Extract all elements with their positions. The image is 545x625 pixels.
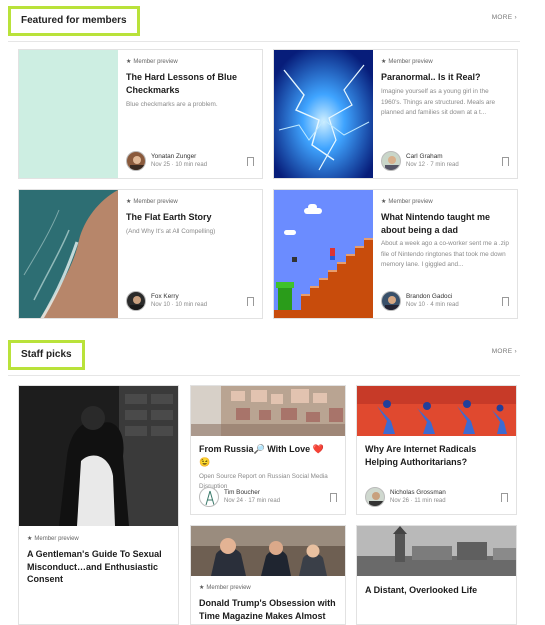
chevron-right-icon: ›: [514, 348, 517, 355]
staff-card-image: [191, 526, 345, 576]
post-meta: Nov 25 · 10 min read: [151, 162, 208, 168]
staff-section-title: Staff picks: [8, 340, 85, 370]
staff-card-1[interactable]: From Russia🔎 With Love ❤️ 😉 Open Source …: [190, 385, 346, 515]
bookmark-icon[interactable]: [330, 493, 337, 505]
author-info: Brandon Gadoci Nov 10 · 4 min read: [381, 291, 517, 311]
featured-divider: [8, 41, 520, 42]
member-preview-label: ★ Member preview: [199, 585, 251, 591]
featured-card-thumbnail: [274, 50, 373, 178]
card-title[interactable]: Why Are Internet Radicals Helping Author…: [365, 443, 508, 468]
featured-card-4[interactable]: ★ Member preview What Nintendo taught me …: [273, 189, 518, 319]
avatar[interactable]: [381, 291, 401, 311]
avatar[interactable]: [126, 291, 146, 311]
staff-feature-card[interactable]: ★ Member preview A Gentleman's Guide To S…: [18, 385, 179, 625]
featured-card-2[interactable]: ★ Member preview Paranormal.. Is it Real?…: [273, 49, 518, 179]
author-info: Yonatan Zunger Nov 25 · 10 min read: [126, 151, 262, 171]
card-title[interactable]: From Russia🔎 With Love ❤️ 😉: [199, 443, 337, 468]
featured-card-1[interactable]: ★ Member preview The Hard Lessons of Blue…: [18, 49, 263, 179]
author-name[interactable]: Tim Boucher: [224, 489, 260, 496]
star-icon: ★: [381, 199, 387, 205]
member-preview-label: ★ Member preview: [126, 59, 178, 65]
featured-card-thumbnail: [274, 190, 373, 318]
member-preview-label: ★ Member preview: [381, 199, 433, 205]
featured-section-header: Featured for members MORE ›: [8, 6, 520, 42]
card-subtitle: Imagine yourself as a young girl in the …: [381, 88, 496, 116]
author-info: Fox Kerry Nov 10 · 10 min read: [126, 291, 262, 311]
featured-card-3[interactable]: ★ Member preview The Flat Earth Story (An…: [18, 189, 263, 319]
star-icon: ★: [126, 59, 132, 65]
author-info: Nicholas Grossman Nov 26 · 11 min read: [365, 487, 515, 507]
card-title[interactable]: The Flat Earth Story: [126, 211, 254, 224]
bookmark-icon[interactable]: [501, 493, 508, 505]
avatar[interactable]: [381, 151, 401, 171]
author-info: Carl Graham Nov 12 · 7 min read: [381, 151, 517, 171]
avatar[interactable]: [365, 487, 385, 507]
bookmark-icon[interactable]: [502, 157, 509, 169]
card-subtitle: Blue checkmarks are a problem.: [126, 101, 218, 108]
author-info: Tim Boucher Nov 24 · 17 min read: [199, 487, 345, 507]
author-name[interactable]: Carl Graham: [406, 153, 443, 160]
staff-feature-image: [19, 386, 178, 526]
featured-card-thumbnail: [19, 50, 118, 178]
post-meta: Nov 10 · 4 min read: [406, 302, 459, 308]
star-icon: ★: [27, 536, 33, 542]
bookmark-icon[interactable]: [247, 157, 254, 169]
post-meta: Nov 10 · 10 min read: [151, 302, 208, 308]
card-title[interactable]: Paranormal.. Is it Real?: [381, 71, 509, 84]
card-title[interactable]: What Nintendo taught me about being a da…: [381, 211, 509, 236]
bookmark-icon[interactable]: [502, 297, 509, 309]
featured-section-title: Featured for members: [8, 6, 140, 36]
staff-card-image: [357, 526, 516, 576]
star-icon: ★: [199, 585, 205, 591]
author-name[interactable]: Fox Kerry: [151, 293, 179, 300]
card-title[interactable]: The Hard Lessons of Blue Checkmarks: [126, 71, 254, 96]
staff-card-3[interactable]: ★ Member preview Donald Trump's Obsession…: [190, 525, 346, 625]
staff-card-4[interactable]: A Distant, Overlooked Life: [356, 525, 517, 625]
star-icon: ★: [126, 199, 132, 205]
staff-divider: [8, 375, 520, 376]
staff-card-image: [191, 386, 345, 436]
author-name[interactable]: Brandon Gadoci: [406, 293, 452, 300]
avatar[interactable]: [199, 487, 219, 507]
card-subtitle: (And Why It's at All Compelling): [126, 228, 216, 235]
bookmark-icon[interactable]: [247, 297, 254, 309]
card-title[interactable]: A Gentleman's Guide To Sexual Misconduct…: [27, 548, 170, 586]
author-name[interactable]: Yonatan Zunger: [151, 153, 196, 160]
staff-card-image: [357, 386, 516, 436]
staff-more-link[interactable]: MORE ›: [492, 348, 517, 355]
card-title[interactable]: Donald Trump's Obsession with Time Magaz…: [199, 597, 337, 624]
avatar[interactable]: [126, 151, 146, 171]
member-preview-label: ★ Member preview: [126, 199, 178, 205]
star-icon: ★: [381, 59, 387, 65]
card-title[interactable]: A Distant, Overlooked Life: [365, 584, 508, 597]
member-preview-label: ★ Member preview: [381, 59, 433, 65]
post-meta: Nov 24 · 17 min read: [224, 498, 281, 504]
member-preview-label: ★ Member preview: [27, 536, 79, 542]
staff-section-header: Staff picks MORE ›: [8, 340, 520, 376]
card-subtitle: About a week ago a co-worker sent me a .…: [381, 240, 509, 268]
featured-more-link[interactable]: MORE ›: [492, 14, 517, 21]
chevron-right-icon: ›: [514, 14, 517, 21]
featured-card-thumbnail: [19, 190, 118, 318]
post-meta: Nov 12 · 7 min read: [406, 162, 459, 168]
staff-card-2[interactable]: Why Are Internet Radicals Helping Author…: [356, 385, 517, 515]
author-name[interactable]: Nicholas Grossman: [390, 489, 446, 496]
post-meta: Nov 26 · 11 min read: [390, 498, 446, 504]
